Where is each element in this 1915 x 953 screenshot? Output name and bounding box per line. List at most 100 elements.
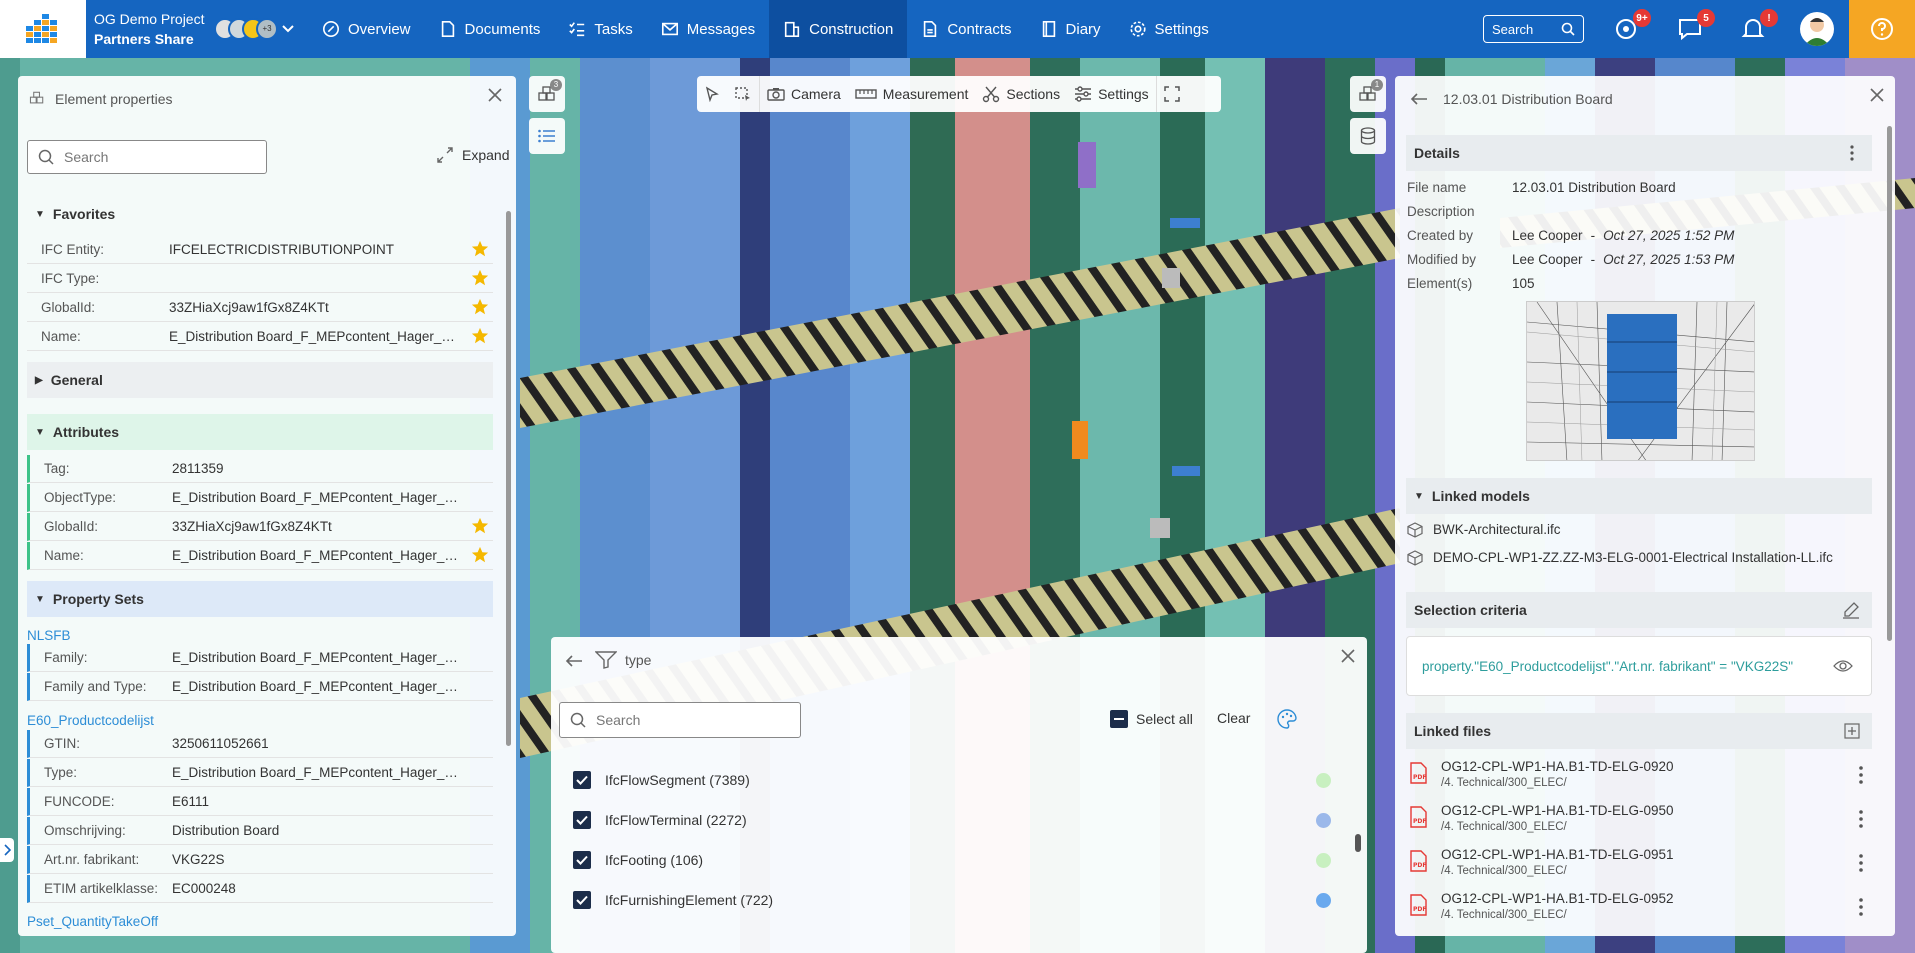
linked-file-item[interactable]: PDF OG12-CPL-WP1-HA.B1-TD-ELG-0920 /4. T… <box>1407 756 1877 798</box>
app-logo[interactable] <box>0 0 86 58</box>
select-tool-button[interactable] <box>697 76 727 112</box>
more-vert-icon[interactable] <box>1859 854 1863 872</box>
nav-tasks[interactable]: Tasks <box>554 0 646 58</box>
linked-file-item[interactable]: PDF OG12-CPL-WP1-HA.B1-TD-ELG-0952 /4. T… <box>1407 888 1877 930</box>
filter-item-label: IfcFurnishingElement (722) <box>605 892 774 908</box>
measurement-button[interactable]: Measurement <box>848 76 976 112</box>
nav-construction[interactable]: Construction <box>769 0 908 58</box>
star-icon[interactable] <box>471 327 489 345</box>
right-panel-scrollbar[interactable] <box>1887 126 1892 641</box>
activity-button[interactable]: 9+ <box>1611 9 1651 44</box>
checkbox-checked[interactable] <box>573 851 591 869</box>
pset-quantity-title[interactable]: Pset_QuantityTakeOff <box>27 914 158 929</box>
type-filter-panel: type Search Select all Clear IfcFlowSegm… <box>551 637 1367 953</box>
filter-item[interactable]: IfcFlowTerminal (2272) <box>561 803 1341 837</box>
left-panel-scrollbar[interactable] <box>506 211 511 746</box>
nav-diary[interactable]: Diary <box>1026 0 1115 58</box>
more-vert-icon[interactable] <box>1850 145 1854 161</box>
linked-model-item[interactable]: DEMO-CPL-WP1-ZZ.ZZ-M3-ELG-0001-Electrica… <box>1407 550 1833 566</box>
chat-button[interactable]: 5 <box>1675 9 1715 44</box>
checkbox-checked[interactable] <box>573 811 591 829</box>
separator: - <box>1590 228 1596 243</box>
viewer-settings-button[interactable]: Settings <box>1067 76 1157 112</box>
models-button[interactable]: 3 <box>529 76 565 112</box>
sections-button[interactable]: Sections <box>975 76 1067 112</box>
expand-button[interactable]: Expand <box>436 146 509 164</box>
linked-file-path: /4. Technical/300_ELEC/ <box>1441 909 1567 921</box>
property-sets-section-header[interactable]: ▼ Property Sets <box>27 581 493 617</box>
search-icon <box>38 149 54 165</box>
linked-model-item[interactable]: BWK-Architectural.ifc <box>1407 522 1561 538</box>
back-arrow-icon[interactable] <box>565 654 583 668</box>
fullscreen-button[interactable] <box>1157 76 1187 112</box>
nav-contracts[interactable]: Contracts <box>907 0 1025 58</box>
palette-icon[interactable] <box>1276 708 1298 730</box>
detail-key: File name <box>1407 180 1467 195</box>
back-arrow-icon[interactable] <box>1410 92 1428 106</box>
select-all-label: Select all <box>1136 711 1193 727</box>
camera-label: Camera <box>791 86 841 102</box>
logo-icon <box>26 14 57 43</box>
color-dot[interactable] <box>1316 852 1331 868</box>
more-vert-icon[interactable] <box>1859 766 1863 784</box>
linked-models-section-header[interactable]: ▼ Linked models <box>1406 478 1872 514</box>
favorites-section-header[interactable]: ▼ Favorites <box>27 196 493 232</box>
attributes-section-header[interactable]: ▼ Attributes <box>27 414 493 450</box>
properties-search-input[interactable]: Search <box>27 140 267 174</box>
star-icon[interactable] <box>471 546 489 564</box>
filter-item[interactable]: IfcFooting (106) <box>561 843 1341 877</box>
camera-button[interactable]: Camera <box>760 76 848 112</box>
filter-scrollbar[interactable] <box>1355 834 1361 852</box>
notifications-button[interactable]: ! <box>1738 9 1778 44</box>
project-members[interactable]: +3 <box>214 18 284 40</box>
nav-documents[interactable]: Documents <box>425 0 555 58</box>
expand-sidebar-button[interactable] <box>0 838 14 862</box>
star-icon[interactable] <box>471 298 489 316</box>
search-placeholder: Search <box>596 712 641 728</box>
pset-e60-title[interactable]: E60_Productcodelijst <box>27 713 154 728</box>
star-icon[interactable] <box>471 517 489 535</box>
box-select-button[interactable] <box>727 76 760 112</box>
selection-criteria-section-header: Selection criteria <box>1406 592 1872 628</box>
color-dot[interactable] <box>1316 892 1331 908</box>
close-panel-button[interactable] <box>488 88 502 102</box>
filter-item[interactable]: IfcFlowSegment (7389) <box>561 763 1341 797</box>
color-dot[interactable] <box>1316 812 1331 828</box>
clear-button[interactable]: Clear <box>1217 710 1250 726</box>
filter-icon <box>595 651 617 669</box>
help-button[interactable] <box>1849 0 1915 58</box>
linked-file-name: OG12-CPL-WP1-HA.B1-TD-ELG-0951 <box>1441 847 1674 862</box>
checkbox-checked[interactable] <box>573 891 591 909</box>
global-search[interactable]: Search <box>1483 15 1584 43</box>
close-panel-button[interactable] <box>1870 88 1884 102</box>
more-vert-icon[interactable] <box>1859 898 1863 916</box>
linked-file-path: /4. Technical/300_ELEC/ <box>1441 821 1567 833</box>
close-filter-button[interactable] <box>1341 649 1355 663</box>
select-all-button[interactable]: Select all <box>1110 710 1193 728</box>
user-avatar[interactable] <box>1800 12 1834 46</box>
tree-list-button[interactable] <box>529 118 565 154</box>
nav-overview[interactable]: Overview <box>308 0 425 58</box>
filter-item[interactable]: IfcFurnishingElement (722) <box>561 883 1341 917</box>
linked-file-item[interactable]: PDF OG12-CPL-WP1-HA.B1-TD-ELG-0951 /4. T… <box>1407 844 1877 886</box>
checkbox-checked[interactable] <box>573 771 591 789</box>
add-icon[interactable] <box>1844 723 1860 739</box>
chevron-down-icon[interactable] <box>282 25 294 33</box>
right-models-button[interactable]: 1 <box>1350 76 1386 112</box>
general-section-header[interactable]: ▶ General <box>27 362 493 398</box>
attributes-title: Attributes <box>52 424 120 440</box>
project-selector[interactable]: OG Demo Project Partners Share <box>86 9 210 49</box>
eye-icon[interactable] <box>1833 659 1853 673</box>
nav-settings[interactable]: Settings <box>1115 0 1223 58</box>
pset-nlsfb-title[interactable]: NLSFB <box>27 628 71 643</box>
color-dot[interactable] <box>1316 772 1331 788</box>
star-icon[interactable] <box>471 240 489 258</box>
edit-icon[interactable] <box>1842 601 1860 619</box>
nav-messages[interactable]: Messages <box>647 0 769 58</box>
more-vert-icon[interactable] <box>1859 810 1863 828</box>
filter-search-input[interactable]: Search <box>559 702 801 738</box>
property-row: Omschrijving: Distribution Board <box>27 817 493 845</box>
database-button[interactable] <box>1350 118 1386 154</box>
linked-file-item[interactable]: PDF OG12-CPL-WP1-HA.B1-TD-ELG-0950 /4. T… <box>1407 800 1877 842</box>
star-icon[interactable] <box>471 269 489 287</box>
